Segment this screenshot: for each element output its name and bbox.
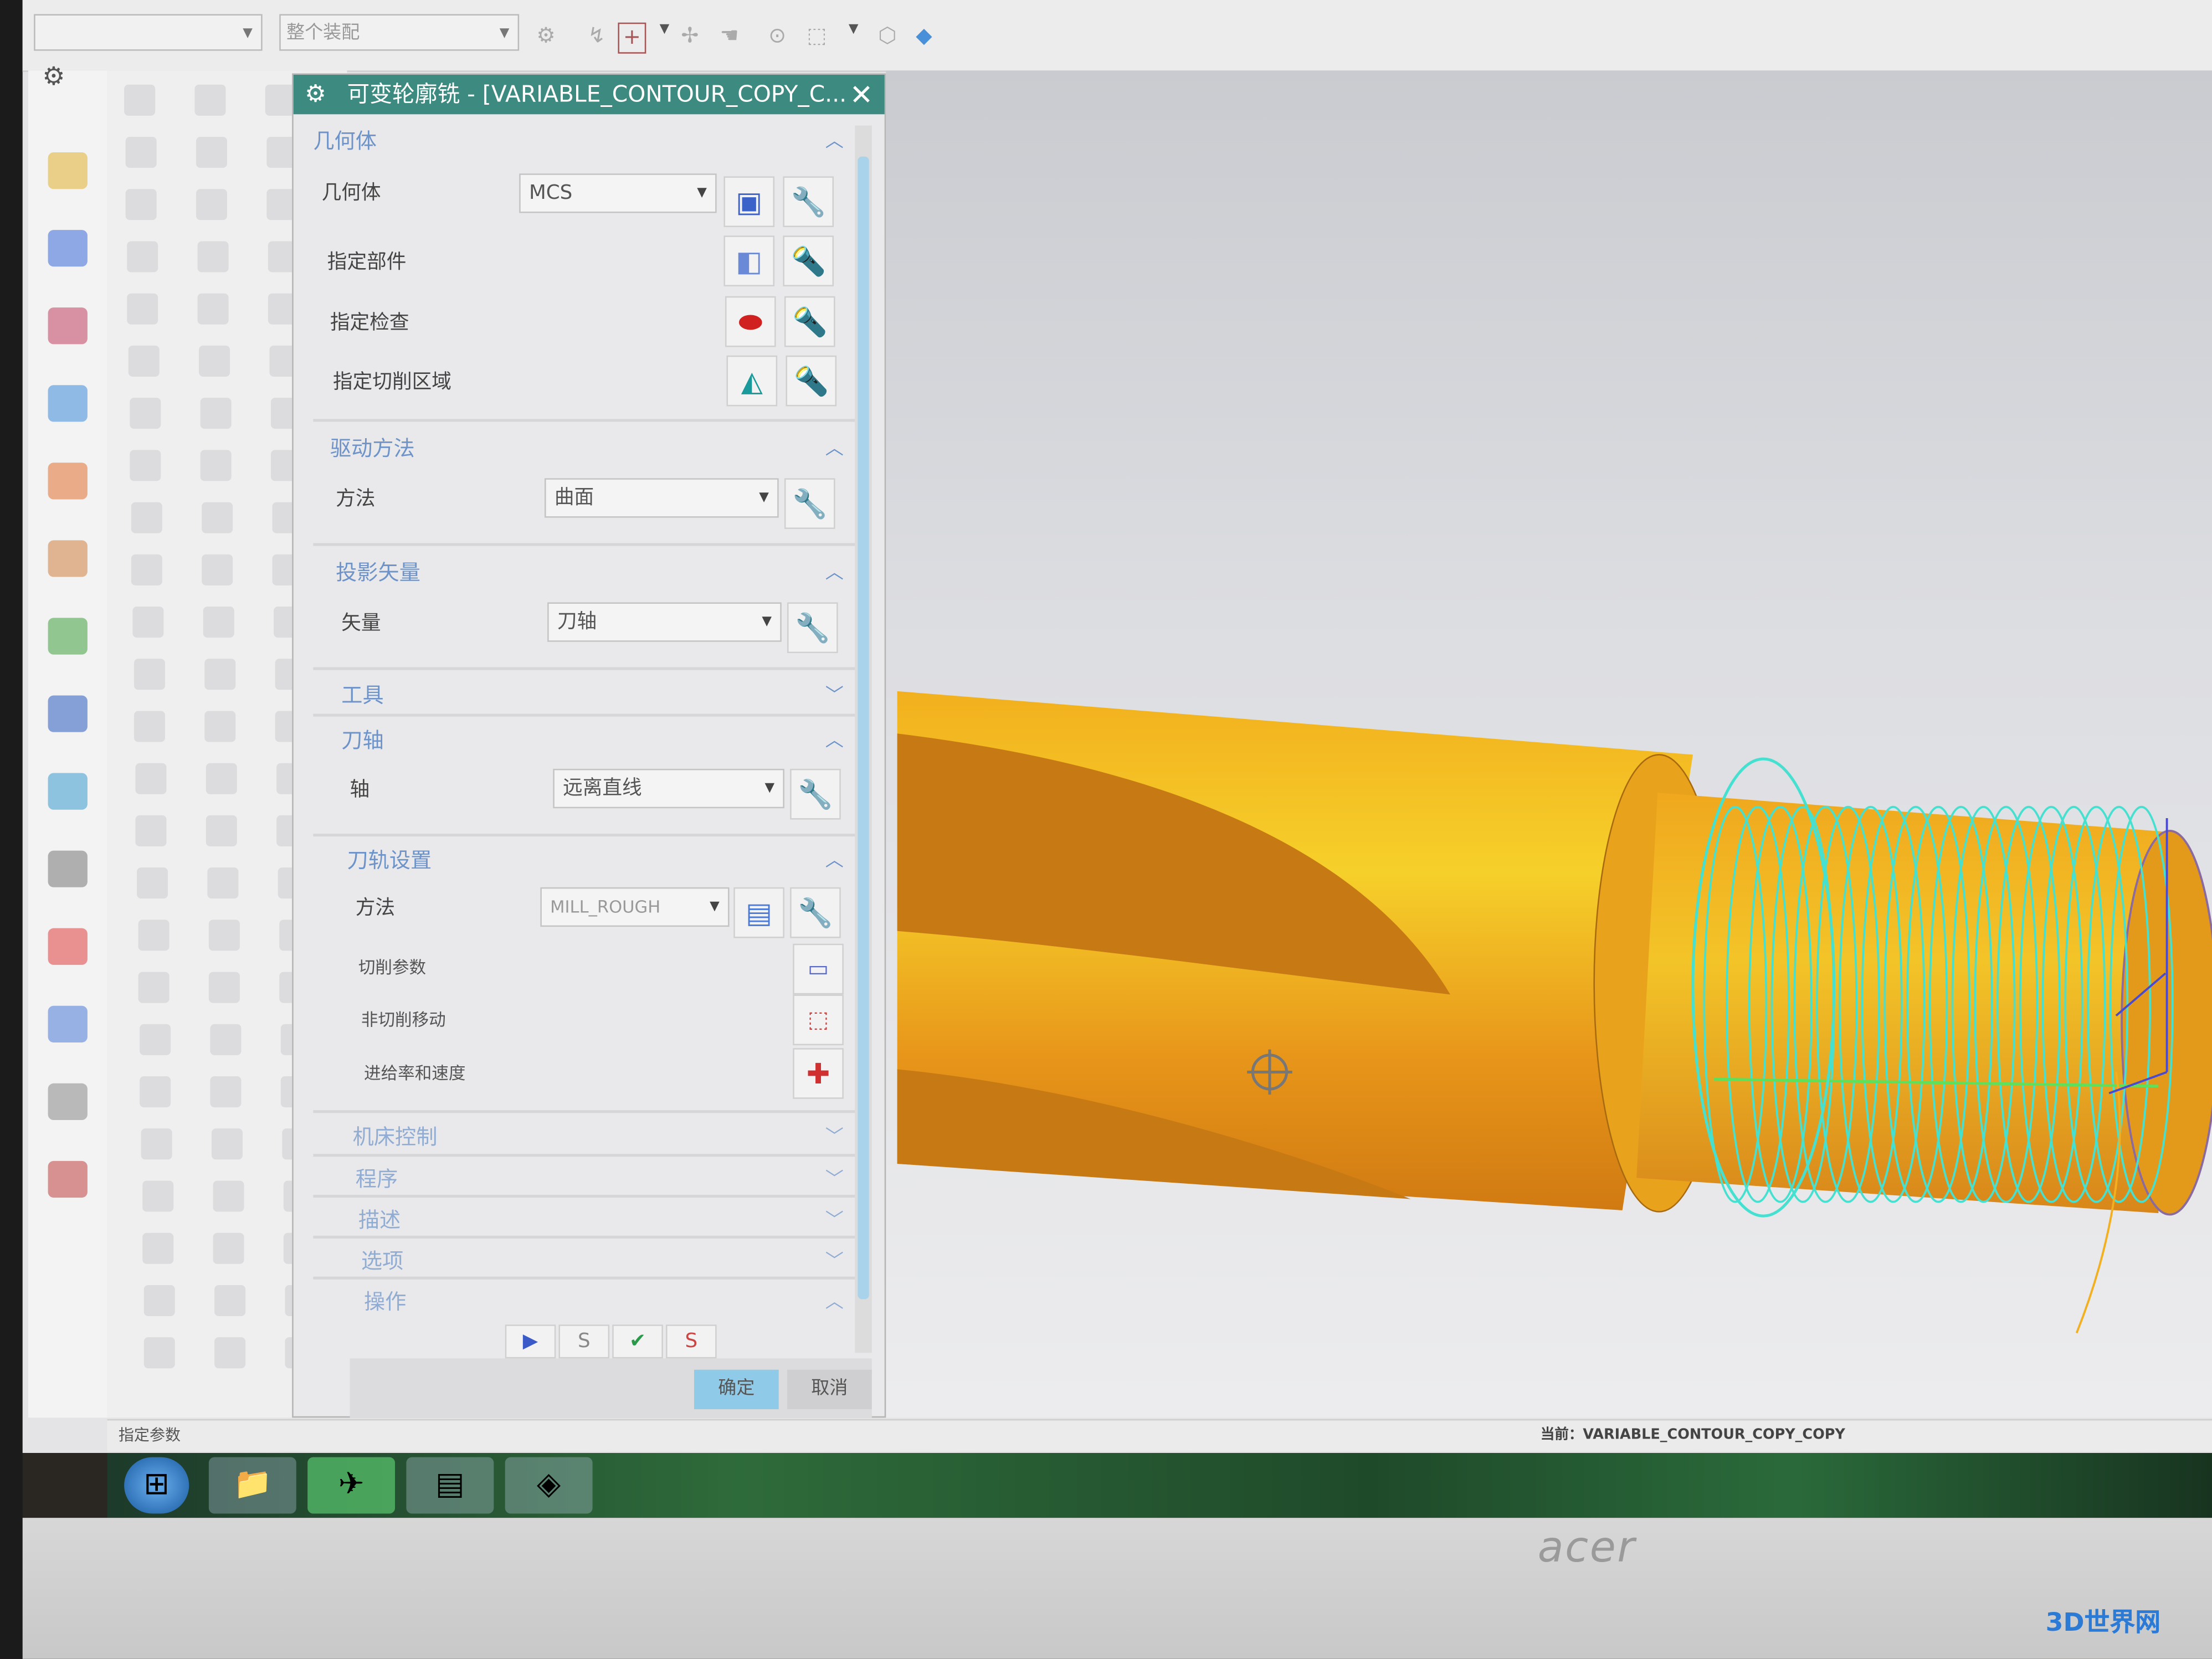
- new-geometry-button[interactable]: ▣: [723, 176, 775, 228]
- feeds-speeds-button[interactable]: ✚: [793, 1048, 844, 1099]
- taskbar-nx-icon[interactable]: ◈: [505, 1457, 593, 1514]
- section-tool-header[interactable]: 工具 ﹀: [341, 680, 855, 709]
- axis-label: 轴: [350, 778, 370, 802]
- chevron-up-icon: ︿: [825, 131, 844, 153]
- taskbar-app-icon[interactable]: ▤: [406, 1457, 494, 1514]
- drive-method-dropdown[interactable]: 曲面 ▼: [544, 478, 779, 518]
- chevron-up-icon: ︿: [825, 1292, 844, 1313]
- divider: [313, 834, 855, 837]
- shaft-small-cylinder: [1636, 793, 2173, 1214]
- edit-geometry-wrench-icon[interactable]: 🔧: [783, 176, 834, 228]
- section-program-header[interactable]: 程序 ﹀: [356, 1164, 855, 1193]
- divider: [313, 1276, 855, 1280]
- select-part-button[interactable]: ◧: [723, 235, 775, 286]
- chevron-up-icon: ︿: [825, 850, 844, 872]
- chevron-up-icon: ︿: [825, 438, 844, 460]
- monitor-bezel-bottom: [22, 1518, 2212, 1659]
- projection-vector-dropdown[interactable]: 刀轴 ▼: [547, 602, 782, 642]
- start-button[interactable]: ⊞: [124, 1457, 189, 1514]
- section-drive-method-header[interactable]: 驱动方法 ︿: [330, 433, 855, 463]
- variable-contour-mill-dialog: ⚙ 可变轮廓铣 - [VARIABLE_CONTOUR_COPY_C... ✕ …: [292, 73, 886, 1418]
- divider: [313, 667, 855, 670]
- divider: [313, 713, 855, 717]
- edit-vector-wrench-icon[interactable]: 🔧: [787, 602, 838, 654]
- section-description-header[interactable]: 描述 ﹀: [358, 1205, 855, 1234]
- divider: [313, 1154, 855, 1157]
- edit-axis-wrench-icon[interactable]: 🔧: [790, 768, 841, 820]
- path-method-label: 方法: [355, 897, 396, 920]
- dialog-title-bar[interactable]: ⚙ 可变轮廓铣 - [VARIABLE_CONTOUR_COPY_C... ✕: [293, 74, 885, 115]
- section-actions-header[interactable]: 操作 ︿: [364, 1286, 855, 1316]
- chevron-down-icon: ﹀: [825, 1127, 844, 1148]
- drive-method-label: 方法: [336, 488, 376, 511]
- feeds-speeds-label: 进给率和速度: [364, 1064, 466, 1083]
- divider: [313, 1110, 855, 1113]
- path-method-dropdown[interactable]: MILL_ROUGH ▼: [540, 887, 730, 927]
- specify-part-label: 指定部件: [327, 251, 407, 274]
- current-operation: 当前：VARIABLE_CONTOUR_COPY_COPY: [1540, 1427, 1845, 1444]
- specify-cut-area-label: 指定切削区域: [332, 371, 451, 394]
- close-icon[interactable]: ✕: [850, 75, 874, 114]
- non-cutting-moves-button[interactable]: ⬚: [793, 994, 844, 1046]
- divider: [313, 543, 855, 546]
- chevron-down-icon: ﹀: [825, 1210, 844, 1232]
- divider: [313, 1194, 855, 1198]
- divider: [313, 1235, 855, 1239]
- chevron-down-icon: ﹀: [825, 685, 844, 707]
- new-method-button[interactable]: ▤: [733, 887, 784, 938]
- generate-toolpath-icon[interactable]: ▶: [505, 1324, 556, 1359]
- section-options-header[interactable]: 选项 ﹀: [361, 1246, 855, 1275]
- section-tool-axis-header[interactable]: 刀轴 ︿: [341, 725, 855, 754]
- taskbar-app-icon[interactable]: ✈: [307, 1457, 396, 1514]
- chevron-down-icon: ﹀: [825, 1169, 844, 1191]
- cutting-parameters-button[interactable]: ▭: [793, 943, 844, 995]
- dialog-title: 可变轮廓铣 - [VARIABLE_CONTOUR_COPY_C...: [347, 80, 847, 107]
- display-cut-area-flashlight-icon[interactable]: 🔦: [786, 355, 837, 407]
- list-toolpath-icon[interactable]: S: [665, 1324, 717, 1359]
- section-path-settings-header[interactable]: 刀轨设置 ︿: [347, 845, 855, 874]
- display-part-flashlight-icon[interactable]: 🔦: [783, 235, 834, 286]
- status-bar: 指定参数 当前：VARIABLE_CONTOUR_COPY_COPY: [107, 1419, 2212, 1452]
- select-cut-area-button[interactable]: ◭: [726, 355, 778, 407]
- status-prompt: 指定参数: [118, 1426, 181, 1445]
- edit-drive-wrench-icon[interactable]: 🔧: [784, 478, 835, 529]
- verify-toolpath-icon[interactable]: ✔: [612, 1324, 663, 1359]
- ok-button[interactable]: 确定: [694, 1369, 779, 1410]
- gear-icon: ⚙: [305, 80, 326, 109]
- watermark: 3D世界网: [2045, 1608, 2161, 1638]
- taskbar-explorer-icon[interactable]: 📁: [208, 1457, 296, 1514]
- windows-taskbar: ⊞ 📁 ✈ ▤ ◈: [107, 1452, 2212, 1518]
- section-machine-control-header[interactable]: 机床控制 ﹀: [353, 1122, 855, 1151]
- monitor-brand-logo: acer: [1537, 1523, 1636, 1573]
- section-geometry-header[interactable]: 几何体 ︿: [313, 126, 855, 155]
- chevron-up-icon: ︿: [825, 563, 844, 584]
- chevron-down-icon: ﹀: [825, 1251, 844, 1273]
- scrollbar-thumb[interactable]: [858, 156, 869, 1300]
- chevron-up-icon: ︿: [825, 731, 844, 752]
- vector-label: 矢量: [341, 612, 381, 635]
- cutting-parameters-label: 切削参数: [358, 958, 427, 978]
- select-check-button[interactable]: ⬬: [725, 296, 776, 347]
- cancel-button[interactable]: 取消: [787, 1369, 872, 1410]
- edit-method-wrench-icon[interactable]: 🔧: [790, 887, 841, 938]
- specify-check-label: 指定检查: [330, 311, 409, 335]
- non-cutting-moves-label: 非切削移动: [361, 1010, 446, 1030]
- tool-axis-dropdown[interactable]: 远离直线 ▼: [553, 768, 784, 809]
- display-check-flashlight-icon[interactable]: 🔦: [784, 296, 835, 347]
- replay-toolpath-icon[interactable]: S: [558, 1324, 610, 1359]
- section-projection-vector-header[interactable]: 投影矢量 ︿: [336, 557, 855, 587]
- geometry-dropdown[interactable]: MCS ▼: [519, 173, 717, 213]
- geometry-label: 几何体: [321, 182, 381, 205]
- divider: [313, 419, 855, 422]
